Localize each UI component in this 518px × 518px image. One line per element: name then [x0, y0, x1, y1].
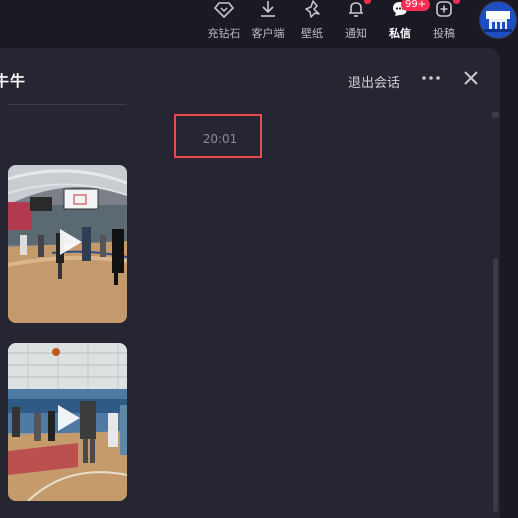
notification-dot	[364, 0, 371, 4]
video-message-1[interactable]	[8, 165, 127, 323]
play-icon	[58, 405, 80, 431]
video-message-2[interactable]	[8, 343, 127, 501]
close-icon	[462, 71, 480, 91]
upload-icon	[435, 0, 453, 18]
nav-recharge-diamond[interactable]: 充钻石	[204, 0, 244, 46]
nav-label-notifications: 通知	[345, 27, 367, 40]
nav-label-recharge: 充钻石	[207, 27, 241, 40]
nav-notifications[interactable]: 通知	[336, 0, 376, 46]
top-nav-bar: 充钻石 客户端 壁纸 通知 私信 99+ 投稿	[0, 0, 518, 46]
wallpaper-icon	[303, 0, 321, 18]
nav-wallpaper[interactable]: 壁纸	[292, 0, 332, 46]
more-dots-icon	[420, 73, 444, 92]
close-chat-button[interactable]	[462, 69, 480, 87]
user-avatar[interactable]	[479, 1, 517, 39]
upload-dot	[453, 0, 460, 4]
more-options-button[interactable]	[420, 68, 444, 88]
nav-label-wallpaper: 壁纸	[301, 27, 323, 40]
nav-label-client: 客户端	[251, 27, 285, 40]
bell-icon	[347, 0, 365, 18]
play-icon	[60, 229, 82, 255]
nav-messages[interactable]: 私信 99+	[380, 0, 431, 46]
nav-client-download[interactable]: 客户端	[248, 0, 288, 46]
nav-label-messages: 私信	[389, 27, 411, 40]
nav-label-upload: 投稿	[433, 27, 455, 40]
scrollbar-thumb[interactable]	[493, 258, 498, 512]
download-icon	[259, 0, 277, 18]
exit-conversation-button[interactable]: 退出会话	[348, 72, 400, 91]
scrollbar-up-arrow[interactable]	[492, 112, 499, 118]
message-divider	[8, 104, 126, 105]
diamond-icon	[213, 0, 235, 19]
message-timestamp: 20:01	[202, 132, 238, 146]
nav-upload[interactable]: 投稿	[424, 0, 464, 46]
chat-title: 牛牛	[0, 72, 27, 90]
